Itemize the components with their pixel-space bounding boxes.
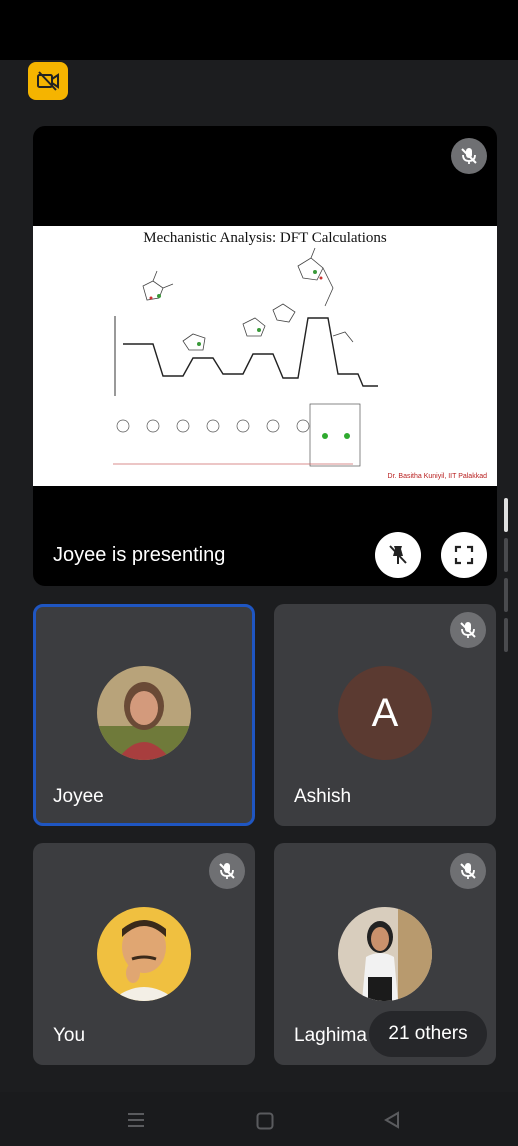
avatar: A (338, 666, 432, 760)
avatar (97, 666, 191, 760)
presenter-muted-badge (451, 138, 487, 174)
participant-name: Ashish (294, 786, 352, 807)
slide-credit: Dr. Basitha Kuniyil, IIT Palakkad (387, 473, 487, 480)
fullscreen-icon (454, 545, 474, 565)
energy-diagram (113, 247, 378, 467)
muted-badge (450, 853, 486, 889)
fullscreen-button[interactable] (441, 532, 487, 578)
unpin-button[interactable] (375, 532, 421, 578)
scroll-track-segment (504, 618, 508, 652)
others-button[interactable]: 21 others (369, 1011, 487, 1057)
home-icon[interactable] (256, 1112, 274, 1130)
participant-tile-joyee[interactable]: Joyee (33, 604, 255, 826)
mic-off-icon (460, 863, 476, 879)
status-bar (0, 0, 518, 60)
camera-off-indicator[interactable] (28, 62, 68, 100)
shared-slide: Mechanistic Analysis: DFT Calculations D… (33, 226, 497, 486)
participant-name: Laghima (294, 1025, 367, 1046)
back-icon[interactable] (382, 1110, 402, 1130)
menu-icon[interactable] (126, 1110, 146, 1130)
participant-name: Joyee (53, 786, 104, 807)
muted-badge (450, 612, 486, 648)
avatar (97, 907, 191, 1001)
presentation-card[interactable]: Mechanistic Analysis: DFT Calculations D… (33, 126, 497, 586)
scroll-thumb[interactable] (504, 498, 508, 532)
muted-badge (209, 853, 245, 889)
mic-off-icon (460, 622, 476, 638)
participant-name: You (53, 1025, 86, 1046)
scroll-track-segment (504, 538, 508, 572)
participant-tile-you[interactable]: You (33, 843, 255, 1065)
mic-off-icon (461, 148, 477, 164)
system-nav-bar (0, 1092, 518, 1146)
avatar (338, 907, 432, 1001)
camera-off-icon (37, 71, 59, 91)
mic-off-icon (219, 863, 235, 879)
unpin-icon (389, 545, 407, 564)
presenting-label: Joyee is presenting (53, 544, 226, 566)
scroll-track-segment (504, 578, 508, 612)
participant-tile-ashish[interactable]: A Ashish (274, 604, 496, 826)
